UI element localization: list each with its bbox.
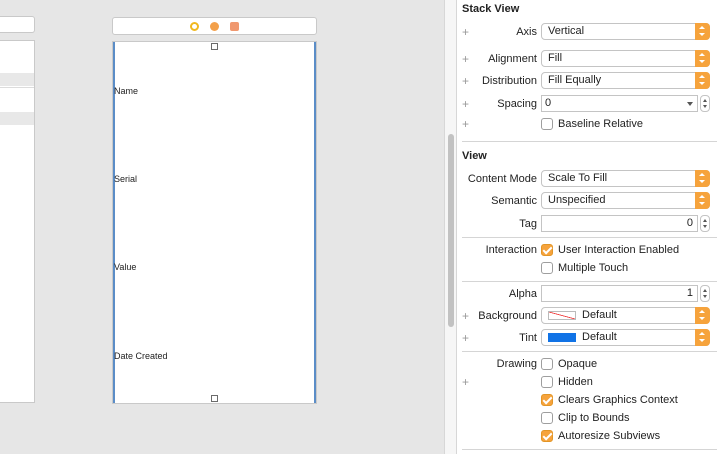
split-divider[interactable]: [444, 0, 457, 454]
label-date-created[interactable]: Date Created: [114, 351, 168, 361]
inspector-scrollbar[interactable]: [448, 134, 454, 327]
spacing-combo[interactable]: 0: [541, 95, 698, 112]
tint-color-popup[interactable]: Default: [541, 329, 710, 346]
left-scene-row: [0, 73, 34, 86]
background-value: Default: [582, 309, 617, 321]
axis-value: Vertical: [548, 25, 585, 37]
user-interaction-checkbox[interactable]: [541, 244, 553, 256]
add-variation-icon[interactable]: +: [462, 309, 469, 323]
section-divider: [462, 281, 717, 282]
content-mode-popup[interactable]: Scale To Fill: [541, 170, 710, 187]
stack-view-left-edge: [113, 42, 115, 403]
tint-value: Default: [582, 331, 617, 343]
left-scene[interactable]: [0, 40, 35, 403]
clears-graphics-context-checkbox[interactable]: [541, 394, 553, 406]
storyboard-canvas[interactable]: Name Serial Value Date Created: [0, 0, 444, 454]
add-variation-icon[interactable]: +: [462, 97, 469, 111]
tag-stepper[interactable]: [700, 215, 710, 232]
left-scene-divider: [0, 87, 34, 88]
interaction-label: Interaction: [485, 244, 537, 256]
popup-arrows-icon: [695, 23, 710, 40]
alignment-value: Fill: [548, 52, 563, 64]
distribution-popup[interactable]: Fill Equally: [541, 72, 710, 89]
add-variation-icon[interactable]: +: [462, 25, 469, 39]
opaque-label: Opaque: [558, 358, 598, 370]
opaque-checkbox[interactable]: [541, 358, 553, 370]
alpha-stepper[interactable]: [700, 285, 710, 302]
content-mode-label: Content Mode: [467, 173, 537, 185]
baseline-relative-label: Baseline Relative: [558, 118, 643, 130]
clip-to-bounds-checkbox[interactable]: [541, 412, 553, 424]
scene-view[interactable]: Name Serial Value Date Created: [112, 41, 317, 404]
stack-view-section-title: Stack View: [462, 3, 520, 15]
default-color-swatch: [548, 311, 576, 320]
chevron-down-icon[interactable]: [687, 102, 693, 106]
alignment-label: Alignment: [488, 53, 537, 65]
resize-handle-bottom[interactable]: [211, 395, 218, 402]
resize-handle-top[interactable]: [211, 43, 218, 50]
popup-arrows-icon: [695, 307, 710, 324]
tint-color-swatch: [548, 333, 576, 342]
multiple-touch-label: Multiple Touch: [558, 262, 629, 274]
content-mode-value: Scale To Fill: [548, 172, 608, 184]
label-serial[interactable]: Serial: [114, 174, 137, 184]
user-interaction-label: User Interaction Enabled: [558, 244, 680, 256]
add-variation-icon[interactable]: +: [462, 117, 469, 131]
distribution-value: Fill Equally: [548, 74, 602, 86]
axis-popup[interactable]: Vertical: [541, 23, 710, 40]
axis-label: Axis: [516, 26, 537, 38]
clears-graphics-context-label: Clears Graphics Context: [558, 394, 678, 406]
exit-icon[interactable]: [230, 22, 239, 31]
label-name[interactable]: Name: [114, 86, 138, 96]
hidden-label: Hidden: [558, 376, 593, 388]
view-controller-icon[interactable]: [190, 22, 199, 31]
attributes-inspector: Stack View + Axis Vertical + Alignment F…: [457, 0, 717, 454]
scene-dock[interactable]: [112, 17, 317, 35]
clip-to-bounds-label: Clip to Bounds: [558, 412, 630, 424]
popup-arrows-icon: [695, 72, 710, 89]
section-divider: [462, 449, 717, 450]
autoresize-subviews-label: Autoresize Subviews: [558, 430, 661, 442]
alpha-label: Alpha: [508, 288, 537, 300]
multiple-touch-checkbox[interactable]: [541, 262, 553, 274]
tag-field[interactable]: 0: [541, 215, 698, 232]
view-section-title: View: [462, 150, 487, 162]
section-divider: [462, 351, 717, 352]
left-scene-title-bar[interactable]: [0, 16, 35, 33]
section-divider: [462, 237, 717, 238]
add-variation-icon[interactable]: +: [462, 52, 469, 66]
section-divider: [462, 141, 717, 142]
popup-arrows-icon: [695, 329, 710, 346]
popup-arrows-icon: [695, 170, 710, 187]
alpha-field[interactable]: 1: [541, 285, 698, 302]
background-color-popup[interactable]: Default: [541, 307, 710, 324]
add-variation-icon[interactable]: +: [462, 375, 469, 389]
spacing-value: 0: [545, 97, 552, 109]
add-variation-icon[interactable]: +: [462, 331, 469, 345]
spacing-label: Spacing: [497, 98, 537, 110]
label-value[interactable]: Value: [114, 262, 136, 272]
baseline-relative-checkbox[interactable]: [541, 118, 553, 130]
left-scene-row: [0, 112, 34, 125]
semantic-label: Semantic: [491, 195, 537, 207]
semantic-value: Unspecified: [548, 194, 606, 206]
tint-label: Tint: [519, 332, 537, 344]
background-label: Background: [478, 310, 537, 322]
drawing-label: Drawing: [496, 358, 537, 370]
alignment-popup[interactable]: Fill: [541, 50, 710, 67]
semantic-popup[interactable]: Unspecified: [541, 192, 710, 209]
first-responder-icon[interactable]: [210, 22, 219, 31]
stack-view-right-edge: [314, 42, 316, 403]
popup-arrows-icon: [695, 50, 710, 67]
distribution-label: Distribution: [481, 75, 537, 87]
spacing-stepper[interactable]: [700, 95, 710, 112]
autoresize-subviews-checkbox[interactable]: [541, 430, 553, 442]
popup-arrows-icon: [695, 192, 710, 209]
tag-label: Tag: [519, 218, 537, 230]
hidden-checkbox[interactable]: [541, 376, 553, 388]
add-variation-icon[interactable]: +: [462, 74, 469, 88]
